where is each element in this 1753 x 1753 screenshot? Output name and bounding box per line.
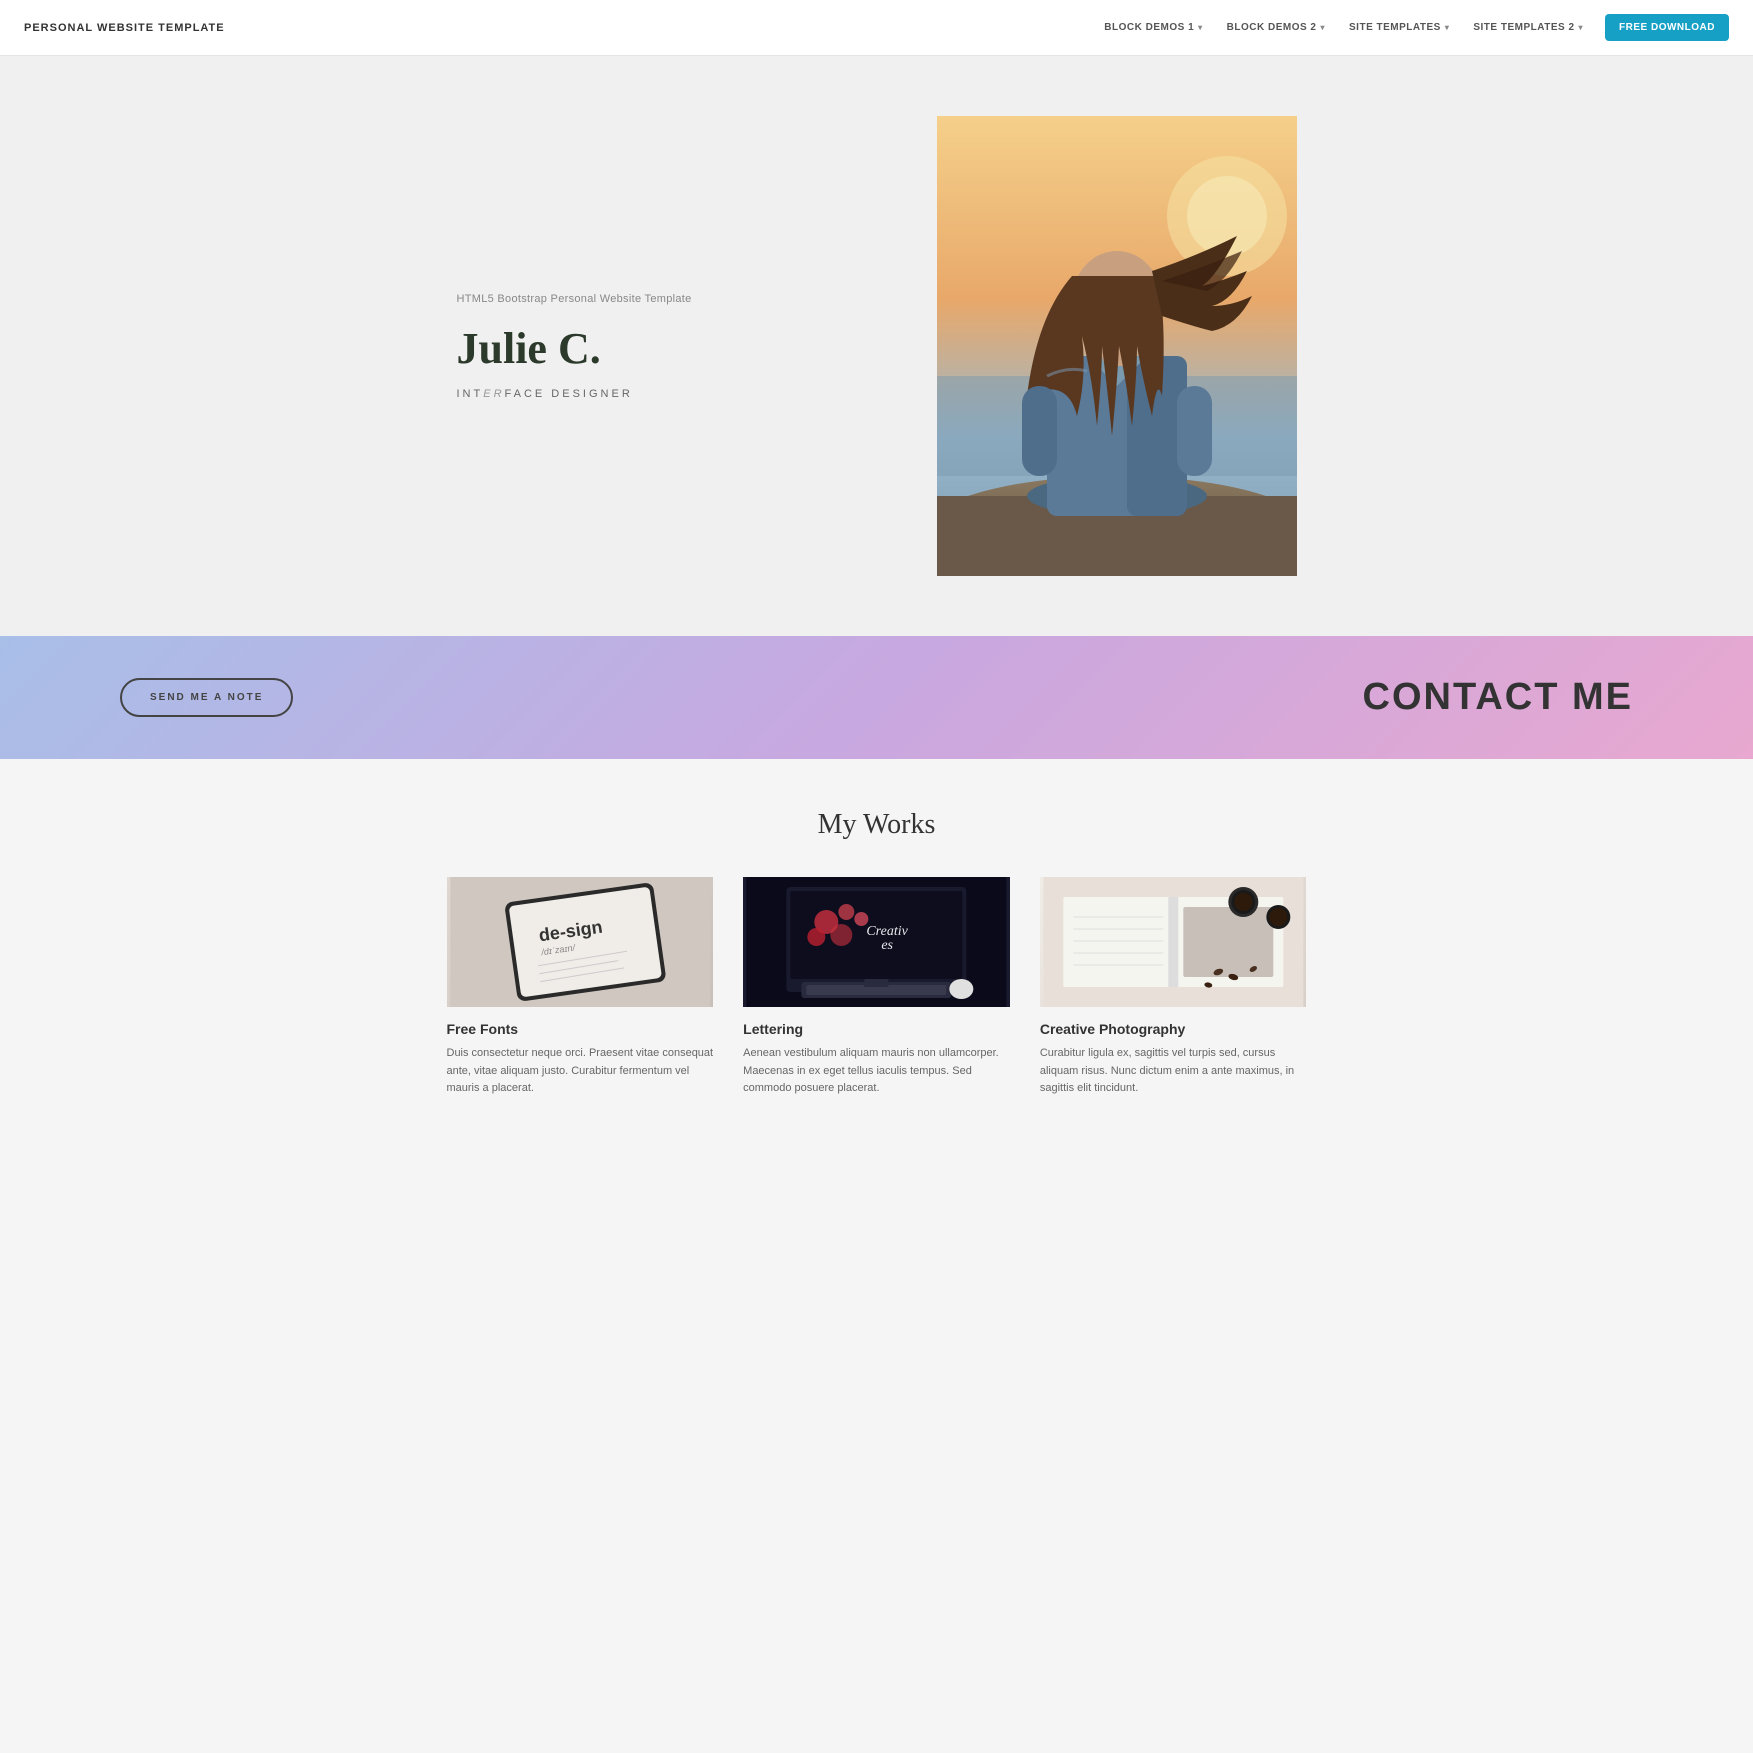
work-title-lettering: Lettering xyxy=(743,1021,1010,1037)
work-image-lettering: Creativ es xyxy=(743,877,1010,1007)
chevron-down-icon: ▾ xyxy=(1579,23,1584,32)
send-note-button[interactable]: SEND ME A NOTE xyxy=(120,678,293,717)
hero-name: Julie C. xyxy=(457,323,877,374)
work-card-photography: Creative Photography Curabitur ligula ex… xyxy=(1040,877,1307,1098)
work-title-photography: Creative Photography xyxy=(1040,1021,1307,1037)
nav-block-demos-1[interactable]: BLOCK DEMOS 1 ▾ xyxy=(1094,16,1212,39)
hero-image xyxy=(937,116,1297,576)
contact-title: CONTACT ME xyxy=(1363,676,1634,719)
works-section: My Works de-sign /dɪˈzaɪn/ Free Fonts xyxy=(0,759,1753,1158)
hero-photo xyxy=(937,116,1297,576)
navbar: PERSONAL WEBSITE TEMPLATE BLOCK DEMOS 1 … xyxy=(0,0,1753,56)
contact-banner: SEND ME A NOTE CONTACT ME xyxy=(0,636,1753,759)
nav-site-templates[interactable]: SITE TEMPLATES ▾ xyxy=(1339,16,1459,39)
work-card-lettering: Creativ es Lettering Aenean vestibulum a… xyxy=(743,877,1010,1098)
nav-block-demos-2[interactable]: BLOCK DEMOS 2 ▾ xyxy=(1217,16,1335,39)
work-title-fonts: Free Fonts xyxy=(447,1021,714,1037)
work-desc-lettering: Aenean vestibulum aliquam mauris non ull… xyxy=(743,1045,1010,1098)
svg-text:es: es xyxy=(881,938,893,953)
work-image-photography xyxy=(1040,877,1307,1007)
work-card-fonts: de-sign /dɪˈzaɪn/ Free Fonts Duis consec… xyxy=(447,877,714,1098)
nav-site-templates-2[interactable]: SITE TEMPLATES 2 ▾ xyxy=(1463,16,1593,39)
work-image-fonts: de-sign /dɪˈzaɪn/ xyxy=(447,877,714,1007)
hero-role-prefix: INT xyxy=(457,388,484,400)
works-grid: de-sign /dɪˈzaɪn/ Free Fonts Duis consec… xyxy=(447,877,1307,1098)
navbar-brand: PERSONAL WEBSITE TEMPLATE xyxy=(24,22,225,34)
hero-section: HTML5 Bootstrap Personal Website Templat… xyxy=(0,56,1753,636)
hero-text: HTML5 Bootstrap Personal Website Templat… xyxy=(457,293,877,400)
chevron-down-icon: ▾ xyxy=(1445,23,1450,32)
chevron-down-icon: ▾ xyxy=(1321,23,1326,32)
hero-subtitle: HTML5 Bootstrap Personal Website Templat… xyxy=(457,293,877,305)
navbar-links: BLOCK DEMOS 1 ▾ BLOCK DEMOS 2 ▾ SITE TEM… xyxy=(1094,14,1729,41)
hero-role-italic: er xyxy=(483,388,504,400)
chevron-down-icon: ▾ xyxy=(1198,23,1203,32)
hero-role: INTerFACE DESIGNER xyxy=(457,388,877,400)
free-download-button[interactable]: FREE DOWNLOAD xyxy=(1605,14,1729,41)
svg-text:Creativ: Creativ xyxy=(866,924,908,939)
work-desc-fonts: Duis consectetur neque orci. Praesent vi… xyxy=(447,1045,714,1098)
works-section-title: My Works xyxy=(60,809,1693,841)
work-desc-photography: Curabitur ligula ex, sagittis vel turpis… xyxy=(1040,1045,1307,1098)
hero-role-suffix: FACE DESIGNER xyxy=(505,388,633,400)
